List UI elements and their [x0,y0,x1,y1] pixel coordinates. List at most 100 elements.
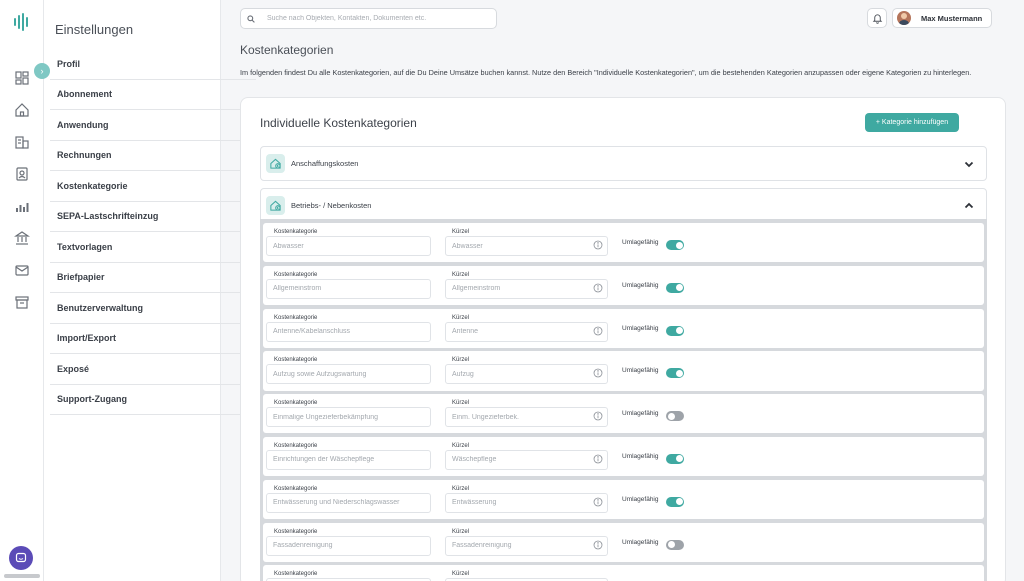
user-menu-button[interactable]: Max Mustermann [892,8,992,28]
short-field-label: Kürzel [452,400,470,407]
umlagefaehig-toggle[interactable] [666,368,684,379]
contacts-icon[interactable] [14,166,30,182]
category-row: Kostenkategorie Kürzel Umlagefähig [263,265,984,306]
category-input[interactable] [266,364,431,385]
umlagefaehig-label: Umlagefähig [622,410,659,418]
short-input[interactable] [445,364,608,385]
short-field-label: Kürzel [452,271,470,278]
menu-item-import-export[interactable]: Import/Export [50,324,256,354]
category-row: Kostenkategorie Kürzel Umlagefähig [263,436,984,477]
menu-item-expose[interactable]: Exposé [50,354,256,385]
umlagefaehig-toggle[interactable] [666,453,684,464]
category-row: Kostenkategorie Kürzel Umlagefähig [263,308,984,348]
dashboard-icon[interactable] [14,70,30,86]
menu-item-rechnungen[interactable]: Rechnungen [50,141,256,171]
short-input[interactable] [445,278,608,299]
category-row: Kostenkategorie Kürzel Umlagefähig [263,394,984,434]
umlagefaehig-label: Umlagefähig [622,495,659,503]
short-field-label: Kürzel [452,357,470,364]
menu-item-profil[interactable]: Profil [50,49,256,80]
info-icon[interactable] [593,411,603,421]
app-logo-icon[interactable] [12,12,32,32]
umlagefaehig-label: Umlagefähig [622,281,659,289]
info-icon[interactable] [593,283,603,293]
umlagefaehig-toggle[interactable] [666,496,684,507]
menu-item-support-zugang[interactable]: Support-Zugang [50,385,256,415]
menu-item-textvorlagen[interactable]: Textvorlagen [50,232,256,263]
category-input[interactable] [266,449,431,470]
category-field-label: Kostenkategorie [274,571,318,578]
category-input[interactable] [266,236,431,256]
accordion-anschaffungskosten[interactable]: Anschaffungskosten [260,146,987,181]
category-input[interactable] [266,407,431,428]
umlagefaehig-label: Umlagefähig [622,367,659,375]
short-input[interactable] [445,449,608,470]
settings-panel: Einstellungen Profil Abonnement Anwendun… [44,0,256,581]
avatar [897,11,911,25]
info-icon[interactable] [593,454,603,464]
category-field-label: Kostenkategorie [274,485,318,492]
short-input[interactable] [445,492,608,513]
card-title: Individuelle Kostenkategorien [260,116,417,130]
search-bar[interactable] [240,8,497,29]
page-description: Im folgenden findest Du alle Kostenkateg… [240,68,972,77]
category-input[interactable] [266,278,431,299]
short-field-label: Kürzel [452,442,470,449]
menu-item-briefpapier[interactable]: Briefpapier [50,263,256,293]
category-row: Kostenkategorie Kürzel [263,565,984,581]
menu-item-abonnement[interactable]: Abonnement [50,80,256,110]
umlagefaehig-toggle[interactable] [666,240,684,250]
categories-card: Individuelle Kostenkategorien + Kategori… [240,97,1006,581]
house-euro-icon [266,196,285,215]
umlagefaehig-toggle[interactable] [666,539,684,550]
info-icon[interactable] [593,368,603,378]
category-input[interactable] [266,321,431,342]
short-input[interactable] [445,535,608,556]
chat-button[interactable] [9,546,33,570]
search-input[interactable] [267,15,487,22]
category-field-label: Kostenkategorie [274,229,318,235]
chevron-right-icon: › [40,66,44,76]
category-field-label: Kostenkategorie [274,442,318,449]
accordion-betriebskosten[interactable]: Betriebs- / Nebenkosten [260,188,987,223]
category-input[interactable] [266,535,431,556]
umlagefaehig-toggle[interactable] [666,282,684,293]
accordion-header[interactable]: Anschaffungskosten [261,147,986,180]
settings-menu: Profil Abonnement Anwendung Rechnungen K… [50,49,256,415]
short-input[interactable] [445,321,608,342]
notifications-button[interactable] [867,8,887,28]
page-title: Kostenkategorien [240,43,334,57]
info-icon[interactable] [593,326,603,336]
umlagefaehig-toggle[interactable] [666,325,684,336]
accordion-header[interactable]: Betriebs- / Nebenkosten [261,189,986,222]
info-icon[interactable] [593,497,603,507]
umlagefaehig-toggle[interactable] [666,411,684,422]
short-field-label: Kürzel [452,528,470,535]
search-icon [247,14,255,23]
sidebar-collapse-button[interactable]: › [34,63,50,79]
menu-item-benutzerverwaltung[interactable]: Benutzerverwaltung [50,293,256,324]
info-icon[interactable] [593,540,603,550]
category-row: Kostenkategorie Kürzel Umlagefähig [263,522,984,562]
category-input[interactable] [266,492,431,513]
chevron-up-icon[interactable] [963,200,975,212]
menu-item-anwendung[interactable]: Anwendung [50,110,256,141]
bank-icon[interactable] [14,230,30,246]
menu-item-kostenkategorie[interactable]: Kostenkategorie [50,171,256,202]
buildings-icon[interactable] [14,134,30,150]
home-icon[interactable] [14,102,30,118]
chevron-down-icon[interactable] [963,158,975,170]
category-field-label: Kostenkategorie [274,314,318,321]
short-input[interactable] [445,407,608,428]
category-field-label: Kostenkategorie [274,271,318,278]
info-icon[interactable] [593,240,603,250]
short-input[interactable] [445,236,608,256]
menu-item-sepa[interactable]: SEPA-Lastschrifteinzug [50,202,256,232]
umlagefaehig-label: Umlagefähig [622,538,659,546]
chart-icon[interactable] [14,198,30,214]
add-category-button[interactable]: + Kategorie hinzufügen [865,113,959,132]
umlagefaehig-label: Umlagefähig [622,452,659,460]
short-field-label: Kürzel [452,314,470,321]
archive-icon[interactable] [14,294,30,310]
mail-icon[interactable] [14,262,30,278]
